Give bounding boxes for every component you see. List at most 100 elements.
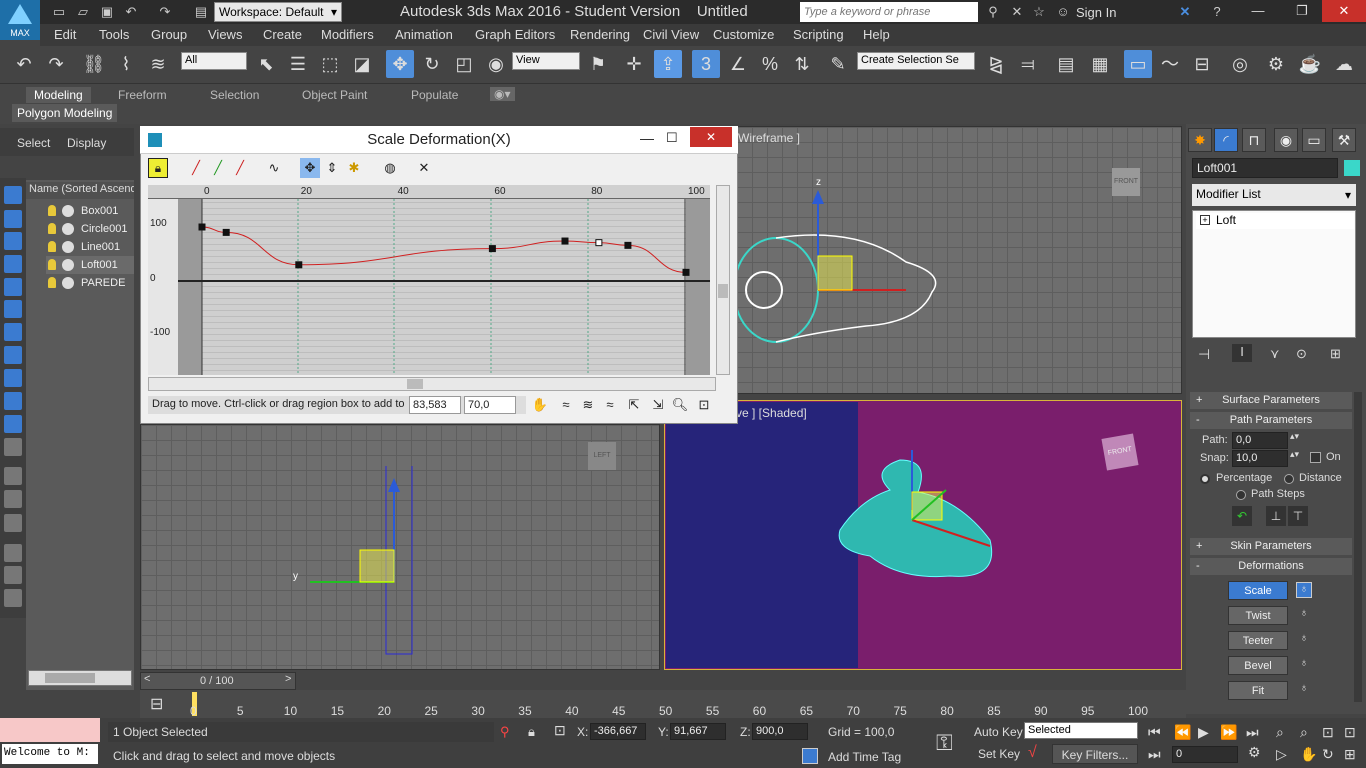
show-end-result-icon[interactable]: I [1232,344,1252,362]
filter-icon[interactable] [4,255,22,273]
object-color-swatch[interactable] [1344,160,1360,176]
rollout-path-parameters[interactable]: Path Parameters [1190,412,1352,429]
filter-icon[interactable] [4,210,22,228]
display-tab-icon[interactable]: ▭ [1302,128,1326,152]
filter-icon[interactable] [4,514,22,532]
make-unique-icon[interactable]: ⋎ [1270,346,1280,362]
undo-icon[interactable]: ↶ [10,50,38,78]
filter-icon[interactable] [4,278,22,296]
exchange-icon[interactable]: ✕ [1176,3,1194,21]
hierarchy-tab-icon[interactable]: ⊓ [1242,128,1266,152]
restore-button[interactable]: ❐ [1280,0,1324,22]
deformation-teeter-button[interactable]: Teeter [1228,631,1288,650]
path-steps-radio[interactable] [1236,490,1246,500]
percentage-radio[interactable] [1200,474,1210,484]
point-y-field[interactable]: 70,0 [464,396,516,414]
modify-tab-icon[interactable]: ◜ [1214,128,1238,152]
deformation-bevel-button[interactable]: Bevel [1228,656,1288,675]
absolute-mode-icon[interactable]: ⊡ [554,722,566,739]
new-icon[interactable]: ▭ [50,3,68,21]
field-of-view-icon[interactable]: ▷ [1276,746,1287,763]
maximize-viewport-icon[interactable]: ⊞ [1344,746,1356,763]
isolate-selection-icon[interactable]: ⚲ [500,724,510,740]
zoom-horizontal-extents-icon[interactable]: ≋ [578,395,598,415]
filter-icon[interactable] [4,467,22,485]
filter-icon[interactable] [4,589,22,607]
named-selection-set-dropdown[interactable]: Create Selection Se [857,52,975,70]
visibility-bulb-icon[interactable] [48,223,56,234]
pick-shape-icon[interactable]: ↶ [1232,506,1252,526]
loft-shaded-mesh[interactable] [800,430,1020,610]
zoom-vertical-extents-icon[interactable]: ≈ [600,395,620,415]
rectangular-region-icon[interactable]: ⬚ [316,50,344,78]
rollout-skin-parameters[interactable]: Skin Parameters [1190,538,1352,555]
zoom-extents-all-icon[interactable]: ⊡ [1344,724,1356,741]
bulb-icon[interactable]: ♁ [1296,632,1312,648]
search-input[interactable] [800,2,978,22]
menu-edit[interactable]: Edit [54,27,76,42]
render-setup-icon[interactable]: ⚙ [1262,50,1290,78]
key-icon[interactable]: ⚿ [936,730,953,756]
list-item[interactable]: Box001 [46,202,134,220]
menu-help[interactable]: Help [863,27,890,42]
menu-civil-view[interactable]: Civil View [643,27,699,42]
workspace-dropdown[interactable]: Workspace: Default [214,2,342,22]
graph-vscrollbar[interactable] [716,185,730,375]
filter-icon[interactable] [4,369,22,387]
app-logo-button[interactable]: MAX [0,0,40,40]
project-folder-icon[interactable]: ▤ [192,3,210,21]
deformation-scale-button[interactable]: Scale [1228,581,1288,600]
reset-curve-icon[interactable]: ✕ [414,158,434,178]
dialog-maximize-button[interactable]: ☐ [666,130,678,146]
edit-named-selection-icon[interactable]: ✎ [824,50,852,78]
time-config-icon[interactable]: ⚙ [1248,744,1261,761]
point-x-field[interactable]: 83,583 [409,396,461,414]
filter-icon[interactable] [4,392,22,410]
maxscript-listener-pink[interactable] [0,718,100,742]
material-editor-icon[interactable]: ◎ [1226,50,1254,78]
viewcube-front[interactable]: FRONT [1112,168,1140,196]
key-filters-button[interactable]: Key Filters... [1052,744,1138,764]
explorer-column-header[interactable]: Name (Sorted Ascend [26,182,134,199]
menu-scripting[interactable]: Scripting [793,27,844,42]
menu-customize[interactable]: Customize [713,27,774,42]
auto-key-button[interactable]: Auto Key [974,725,1023,739]
visibility-bulb-icon[interactable] [48,277,56,288]
visibility-bulb-icon[interactable] [48,241,56,252]
previous-shape-icon[interactable]: ⊥ [1266,506,1286,526]
delete-control-point-icon[interactable]: ◍ [380,158,400,178]
display-x-axis-icon[interactable]: ╱ [186,158,206,178]
configure-modifier-sets-icon[interactable]: ⊞ [1330,346,1341,362]
pan-icon[interactable]: ✋ [530,395,550,415]
visibility-bulb-icon[interactable] [48,259,56,270]
select-by-name-icon[interactable]: ☰ [284,50,312,78]
tab-modeling[interactable]: Modeling [26,87,91,103]
menu-create[interactable]: Create [263,27,302,42]
filter-icon[interactable] [4,186,22,204]
tab-freeform[interactable]: Freeform [118,88,167,102]
filter-icon[interactable] [4,438,22,456]
zoom-icon[interactable]: ⌕ [1276,724,1284,741]
rendered-frame-icon[interactable]: ☕ [1296,50,1324,78]
menu-views[interactable]: Views [208,27,242,42]
previous-frame-icon[interactable]: ⏪ [1174,724,1191,741]
filter-icon[interactable] [4,566,22,584]
next-frame-icon[interactable]: ⏩ [1220,724,1237,741]
select-object-icon[interactable]: ⬉ [252,50,280,78]
list-item[interactable]: Circle001 [46,220,134,238]
filter-icon[interactable] [4,415,22,433]
tab-selection[interactable]: Selection [210,88,259,102]
x-coordinate-field[interactable]: -366,667 [590,723,646,740]
pivot-center-icon[interactable]: ⚑ [584,50,612,78]
key-mode-icon[interactable]: ⏭ [1148,746,1161,763]
dialog-minimize-button[interactable]: — [640,130,654,146]
lock-aspect-icon[interactable]: 🔒︎ [148,158,168,178]
link-icon[interactable]: ⛓ [80,50,108,78]
add-time-tag-icon[interactable] [802,748,818,764]
filter-icon[interactable] [4,490,22,508]
path-field[interactable]: 0,0 [1232,432,1288,449]
path-spinner[interactable]: ▴▾ [1290,431,1299,442]
go-to-start-icon[interactable]: ⏮ [1148,724,1161,741]
deformation-twist-button[interactable]: Twist [1228,606,1288,625]
filter-icon[interactable] [4,323,22,341]
